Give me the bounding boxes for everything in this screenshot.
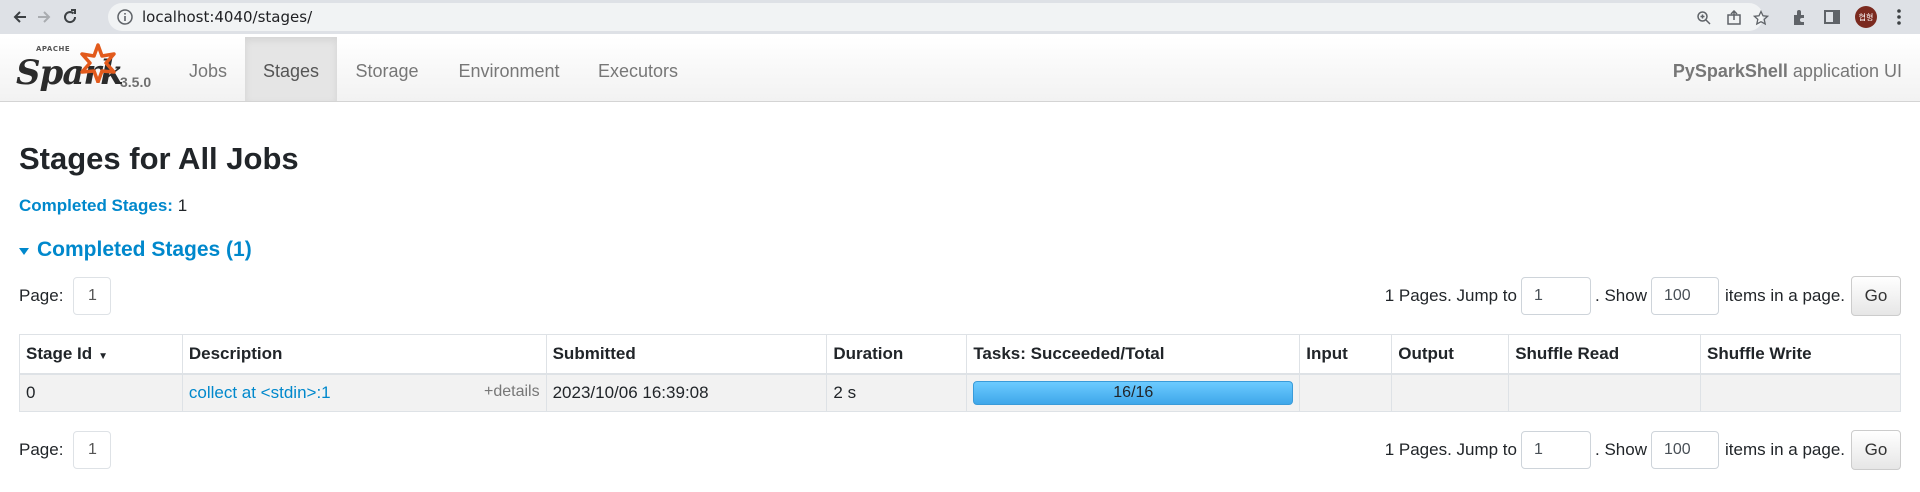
cell-shuffle-write [1700,373,1901,412]
url-text: localhost:4040/stages/ [142,8,313,26]
cell-shuffle-read [1508,373,1702,412]
browser-toolbar: localhost:4040/stages/ 협형 [0,0,1920,34]
jump-to-page-input[interactable]: 1 [1521,277,1591,315]
col-input[interactable]: Input [1299,334,1393,375]
pages-jump-label: 1 Pages. Jump to [1384,440,1517,459]
cell-stage-id: 0 [19,373,183,412]
pages-jump-label: 1 Pages. Jump to [1384,286,1517,305]
tasks-progress-bar: 16/16 [973,380,1294,405]
address-bar[interactable]: localhost:4040/stages/ [108,3,1769,31]
col-description[interactable]: Description [181,334,547,375]
jump-to-page-input[interactable]: 1 [1521,431,1591,469]
spark-version: 3.5.0 [120,74,152,90]
col-duration[interactable]: Duration [826,334,968,375]
go-button[interactable]: Go [1851,430,1901,470]
side-panel-icon[interactable] [1822,7,1842,27]
page-nav-top: Page: 1 [19,277,112,315]
page-nav-bottom: Page: 1 [19,431,112,469]
app-name-suffix: application UI [1787,61,1902,81]
table-row: 0 collect at <stdin>:1 +details 2023/10/… [19,373,1901,412]
page-size-input[interactable]: 100 [1650,277,1719,315]
table-header-row: Stage Id ▼ Description Submitted Duration… [19,334,1901,375]
completed-stages-toggle[interactable]: Completed Stages (1) [19,238,252,262]
tab-executors[interactable]: Executors [582,37,694,101]
completed-stages-table: Stage Id ▼ Description Submitted Duration… [19,334,1901,412]
page-controls-top: 1 Pages. Jump to 1 . Show 100 items in a… [1385,276,1901,316]
share-icon[interactable] [1726,10,1742,26]
tab-jobs[interactable]: Jobs [172,37,244,101]
cell-input [1299,373,1393,412]
show-label: . Show [1595,440,1647,459]
cell-description: collect at <stdin>:1 +details [181,373,547,412]
col-output[interactable]: Output [1391,334,1510,375]
details-toggle[interactable]: +details [484,383,546,401]
col-stage-id[interactable]: Stage Id ▼ [19,334,183,375]
app-name-bold: PySparkShell [1672,61,1788,81]
reload-icon[interactable] [56,3,84,31]
application-name: PySparkShell application UI [1673,37,1902,105]
spark-logo[interactable]: APACHE Spark [16,43,124,95]
extensions-icon[interactable] [1790,7,1810,27]
col-shuffle-write[interactable]: Shuffle Write [1700,334,1901,375]
tab-storage[interactable]: Storage [338,37,436,101]
items-label: items in a page. [1724,286,1845,305]
col-stage-id-label: Stage Id [26,343,93,363]
stage-description-link[interactable]: collect at <stdin>:1 [189,383,331,402]
cell-duration: 2 s [826,373,968,412]
page-controls-bottom: 1 Pages. Jump to 1 . Show 100 items in a… [1385,430,1901,470]
site-info-icon[interactable] [116,8,134,26]
collapse-arrow-icon [19,247,29,255]
logo-apache-text: APACHE [36,45,71,53]
col-submitted[interactable]: Submitted [545,334,828,375]
forward-icon[interactable] [30,3,58,31]
col-shuffle-read[interactable]: Shuffle Read [1508,334,1702,375]
bookmark-star-icon[interactable] [1753,10,1769,26]
zoom-icon[interactable] [1696,10,1712,26]
page-label: Page: [19,440,64,459]
page-number-button[interactable]: 1 [73,431,112,469]
more-options-icon[interactable] [1888,6,1910,28]
section-title: Completed Stages (1) [37,238,252,261]
tab-environment[interactable]: Environment [437,37,581,101]
show-label: . Show [1595,286,1647,305]
spark-navbar: APACHE Spark 3.5.0 Jobs Stages Storage E… [0,37,1920,102]
profile-avatar[interactable]: 협형 [1855,6,1877,28]
spark-star-icon [80,43,116,83]
items-label: items in a page. [1724,440,1845,459]
sort-desc-icon: ▼ [98,350,109,362]
page-size-input[interactable]: 100 [1650,431,1719,469]
cell-output [1391,373,1510,412]
page-label: Page: [19,286,64,305]
col-tasks[interactable]: Tasks: Succeeded/Total [966,334,1301,375]
completed-stages-count: 1 [172,196,188,215]
stages-summary: Completed Stages: 1 [19,196,187,216]
cell-submitted: 2023/10/06 16:39:08 [545,373,828,412]
go-button[interactable]: Go [1851,276,1901,316]
page-title: Stages for All Jobs [19,141,299,176]
tab-stages[interactable]: Stages [245,37,337,101]
cell-tasks: 16/16 [966,373,1301,412]
page-number-button[interactable]: 1 [73,277,112,315]
completed-stages-link[interactable]: Completed Stages: [19,196,173,215]
tasks-progress-label: 16/16 [1113,383,1154,401]
